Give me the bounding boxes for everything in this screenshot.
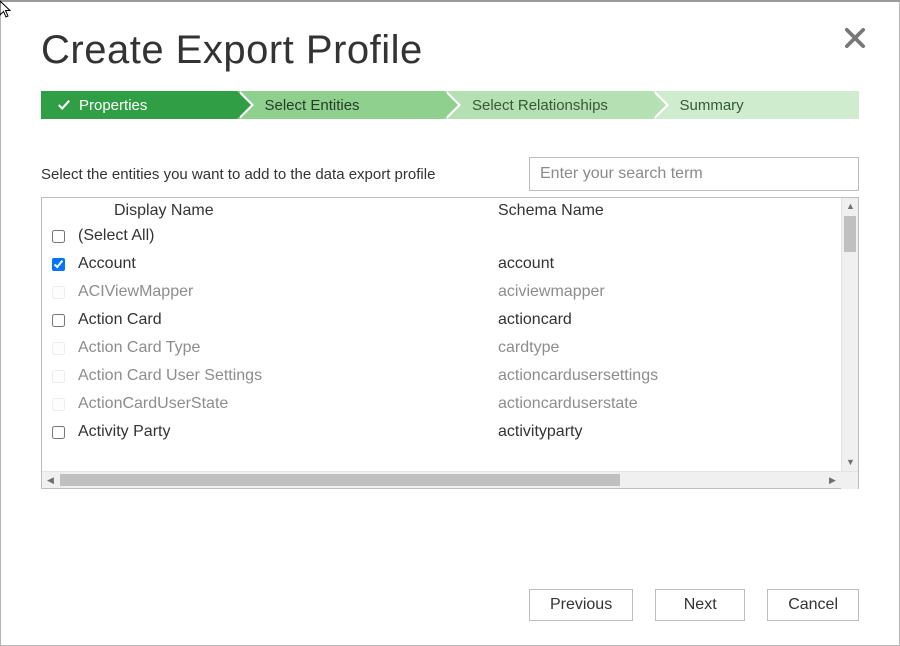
grid-row[interactable]: Account account	[42, 250, 858, 278]
row-checkbox	[52, 342, 65, 355]
chevron-right-icon: ▶	[829, 476, 836, 485]
dialog-title: Create Export Profile	[41, 28, 859, 73]
row-schema-name: cardtype	[498, 336, 852, 360]
select-all-label: (Select All)	[78, 224, 498, 248]
row-checkbox	[52, 286, 65, 299]
row-schema-name: account	[498, 252, 852, 276]
wizard-step-label: Properties	[79, 97, 147, 114]
row-checkbox[interactable]	[52, 258, 65, 271]
chevron-up-icon: ▲	[846, 202, 855, 211]
vertical-scroll-thumb[interactable]	[844, 216, 856, 252]
row-display-name: Action Card User Settings	[78, 364, 498, 388]
search-input[interactable]	[529, 157, 859, 191]
header-display-name[interactable]: Display Name	[78, 202, 498, 220]
vertical-scrollbar[interactable]: ▲ ▼	[841, 198, 858, 471]
wizard-step-summary[interactable]: Summary	[652, 91, 860, 119]
grid-row: ActionCardUserState actioncarduserstate	[42, 390, 858, 418]
wizard-steps: Properties Select Entities Select Relati…	[41, 91, 859, 119]
row-display-name: Action Card	[78, 308, 498, 332]
scroll-down-button[interactable]: ▼	[842, 454, 859, 471]
grid-row: Action Card User Settings actioncarduser…	[42, 362, 858, 390]
row-checkbox	[52, 398, 65, 411]
check-icon	[57, 98, 71, 112]
row-display-name: Activity Party	[78, 420, 498, 444]
cancel-button[interactable]: Cancel	[767, 589, 859, 621]
row-schema-name: activityparty	[498, 420, 852, 444]
grid-row[interactable]: Action Card actioncard	[42, 306, 858, 334]
row-display-name: ACIViewMapper	[78, 280, 498, 304]
wizard-step-properties[interactable]: Properties	[41, 91, 237, 119]
row-schema-name: aciviewmapper	[498, 280, 852, 304]
grid-row[interactable]: Activity Party activityparty	[42, 418, 858, 446]
instruction-text: Select the entities you want to add to t…	[41, 166, 509, 183]
grid-body: (Select All) Account account ACIViewMapp…	[42, 222, 858, 488]
row-checkbox[interactable]	[52, 426, 65, 439]
grid-row: Action Card Type cardtype	[42, 334, 858, 362]
grid-row: ACIViewMapper aciviewmapper	[42, 278, 858, 306]
wizard-step-label: Summary	[680, 97, 744, 114]
scroll-up-button[interactable]: ▲	[842, 198, 859, 215]
row-checkbox[interactable]	[52, 314, 65, 327]
chevron-left-icon: ◀	[47, 476, 54, 485]
wizard-step-label: Select Entities	[265, 97, 360, 114]
row-display-name: ActionCardUserState	[78, 392, 498, 416]
row-checkbox	[52, 370, 65, 383]
horizontal-scroll-thumb[interactable]	[60, 474, 620, 486]
wizard-step-select-entities[interactable]: Select Entities	[237, 91, 445, 119]
row-schema-name: actioncarduserstate	[498, 392, 852, 416]
select-all-checkbox[interactable]	[52, 230, 65, 243]
close-icon	[841, 24, 869, 52]
dialog-window: Create Export Profile Properties Select …	[0, 0, 900, 646]
header-schema-name[interactable]: Schema Name	[498, 202, 852, 220]
wizard-step-select-relationships[interactable]: Select Relationships	[444, 91, 652, 119]
row-schema-name: actioncard	[498, 308, 852, 332]
horizontal-scrollbar[interactable]: ◀ ▶	[42, 471, 858, 488]
entities-grid: Display Name Schema Name (Select All) Ac…	[41, 197, 859, 489]
close-button[interactable]	[841, 24, 869, 52]
dialog-footer: Previous Next Cancel	[1, 571, 899, 645]
scroll-right-button[interactable]: ▶	[824, 472, 841, 489]
chevron-down-icon: ▼	[846, 458, 855, 467]
next-button[interactable]: Next	[655, 589, 745, 621]
scroll-left-button[interactable]: ◀	[42, 472, 59, 489]
scrollbar-corner	[841, 472, 858, 489]
previous-button[interactable]: Previous	[529, 589, 633, 621]
wizard-step-label: Select Relationships	[472, 97, 608, 114]
grid-row-select-all[interactable]: (Select All)	[42, 222, 858, 250]
row-display-name: Action Card Type	[78, 336, 498, 360]
grid-header-row: Display Name Schema Name	[42, 198, 858, 222]
row-display-name: Account	[78, 252, 498, 276]
row-schema-name: actioncardusersettings	[498, 364, 852, 388]
